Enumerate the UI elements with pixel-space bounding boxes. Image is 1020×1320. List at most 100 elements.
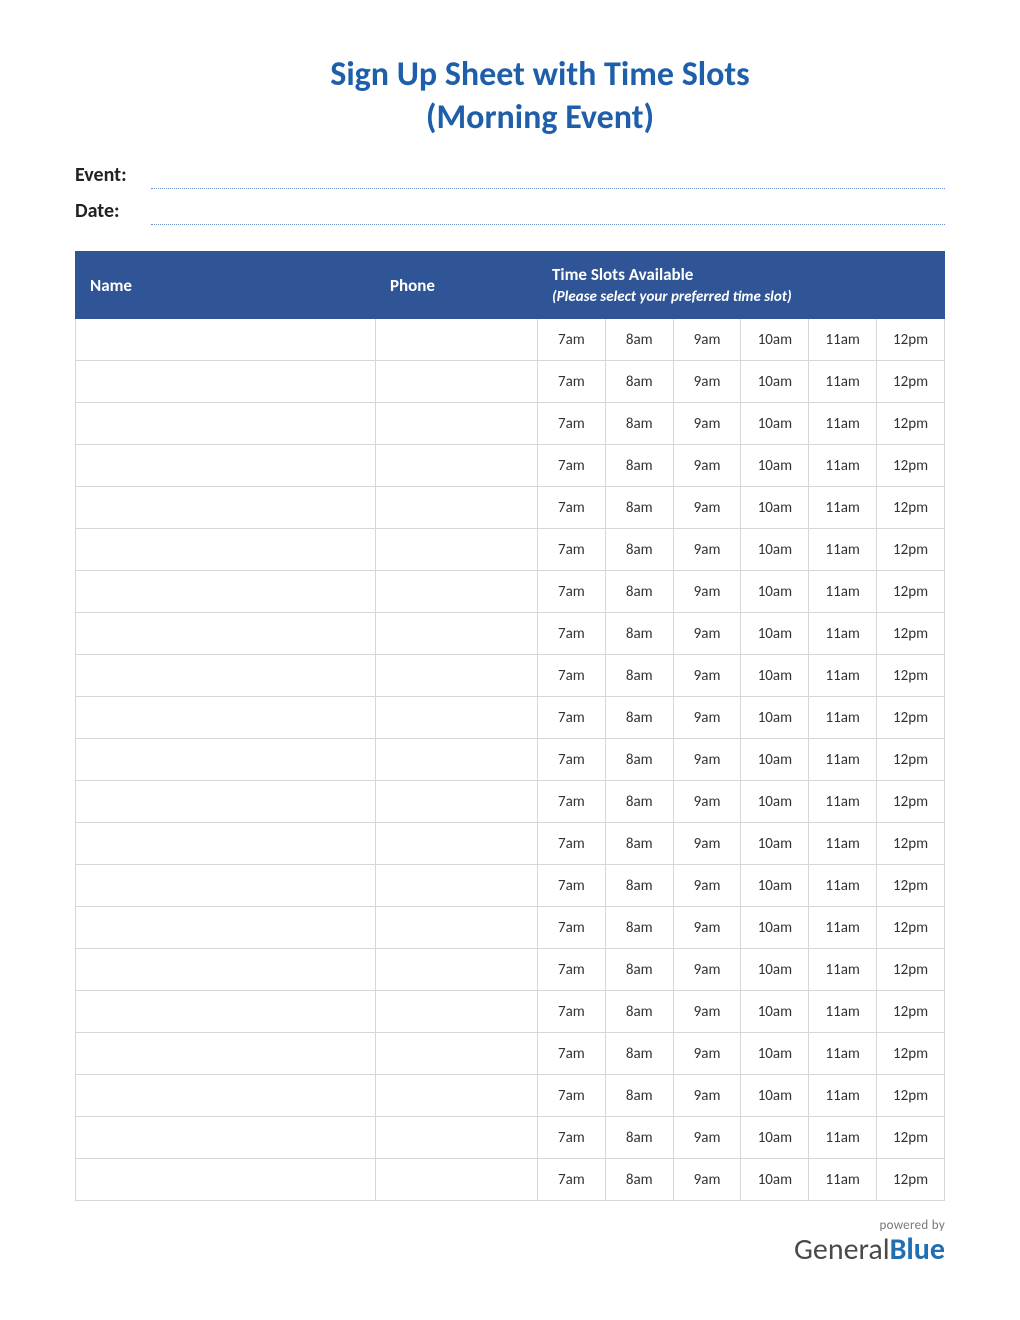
time-slot-cell[interactable]: 12pm [877,487,945,529]
time-slot-cell[interactable]: 11am [809,445,877,487]
time-slot-cell[interactable]: 8am [605,403,673,445]
phone-cell[interactable] [376,655,538,697]
time-slot-cell[interactable]: 10am [741,1075,809,1117]
phone-cell[interactable] [376,361,538,403]
time-slot-cell[interactable]: 9am [673,1159,741,1201]
phone-cell[interactable] [376,1033,538,1075]
time-slot-cell[interactable]: 12pm [877,571,945,613]
time-slot-cell[interactable]: 11am [809,403,877,445]
time-slot-cell[interactable]: 9am [673,529,741,571]
time-slot-cell[interactable]: 10am [741,739,809,781]
name-cell[interactable] [76,739,376,781]
time-slot-cell[interactable]: 9am [673,1033,741,1075]
time-slot-cell[interactable]: 12pm [877,781,945,823]
time-slot-cell[interactable]: 10am [741,613,809,655]
phone-cell[interactable] [376,1075,538,1117]
time-slot-cell[interactable]: 9am [673,613,741,655]
time-slot-cell[interactable]: 10am [741,697,809,739]
time-slot-cell[interactable]: 12pm [877,865,945,907]
time-slot-cell[interactable]: 8am [605,571,673,613]
time-slot-cell[interactable]: 10am [741,319,809,361]
time-slot-cell[interactable]: 11am [809,1033,877,1075]
time-slot-cell[interactable]: 8am [605,361,673,403]
time-slot-cell[interactable]: 8am [605,739,673,781]
time-slot-cell[interactable]: 7am [538,529,606,571]
time-slot-cell[interactable]: 8am [605,529,673,571]
time-slot-cell[interactable]: 10am [741,949,809,991]
phone-cell[interactable] [376,823,538,865]
time-slot-cell[interactable]: 8am [605,655,673,697]
time-slot-cell[interactable]: 12pm [877,1117,945,1159]
phone-cell[interactable] [376,739,538,781]
name-cell[interactable] [76,571,376,613]
time-slot-cell[interactable]: 10am [741,361,809,403]
time-slot-cell[interactable]: 9am [673,487,741,529]
name-cell[interactable] [76,403,376,445]
phone-cell[interactable] [376,529,538,571]
time-slot-cell[interactable]: 11am [809,655,877,697]
time-slot-cell[interactable]: 12pm [877,823,945,865]
time-slot-cell[interactable]: 11am [809,487,877,529]
time-slot-cell[interactable]: 7am [538,823,606,865]
time-slot-cell[interactable]: 7am [538,1117,606,1159]
time-slot-cell[interactable]: 12pm [877,1159,945,1201]
time-slot-cell[interactable]: 12pm [877,739,945,781]
time-slot-cell[interactable]: 9am [673,1117,741,1159]
time-slot-cell[interactable]: 8am [605,907,673,949]
time-slot-cell[interactable]: 7am [538,1075,606,1117]
time-slot-cell[interactable]: 12pm [877,655,945,697]
time-slot-cell[interactable]: 10am [741,907,809,949]
time-slot-cell[interactable]: 7am [538,445,606,487]
phone-cell[interactable] [376,1159,538,1201]
time-slot-cell[interactable]: 7am [538,613,606,655]
time-slot-cell[interactable]: 7am [538,781,606,823]
time-slot-cell[interactable]: 9am [673,907,741,949]
time-slot-cell[interactable]: 8am [605,697,673,739]
time-slot-cell[interactable]: 12pm [877,991,945,1033]
time-slot-cell[interactable]: 11am [809,1117,877,1159]
time-slot-cell[interactable]: 7am [538,949,606,991]
time-slot-cell[interactable]: 7am [538,1159,606,1201]
name-cell[interactable] [76,445,376,487]
time-slot-cell[interactable]: 7am [538,907,606,949]
time-slot-cell[interactable]: 9am [673,319,741,361]
time-slot-cell[interactable]: 9am [673,571,741,613]
time-slot-cell[interactable]: 8am [605,781,673,823]
phone-cell[interactable] [376,1117,538,1159]
time-slot-cell[interactable]: 8am [605,487,673,529]
time-slot-cell[interactable]: 9am [673,361,741,403]
time-slot-cell[interactable]: 12pm [877,319,945,361]
time-slot-cell[interactable]: 10am [741,1117,809,1159]
time-slot-cell[interactable]: 8am [605,865,673,907]
time-slot-cell[interactable]: 7am [538,319,606,361]
time-slot-cell[interactable]: 9am [673,739,741,781]
time-slot-cell[interactable]: 10am [741,865,809,907]
name-cell[interactable] [76,781,376,823]
time-slot-cell[interactable]: 7am [538,571,606,613]
time-slot-cell[interactable]: 12pm [877,613,945,655]
time-slot-cell[interactable]: 11am [809,949,877,991]
phone-cell[interactable] [376,403,538,445]
date-input-line[interactable] [151,203,945,225]
name-cell[interactable] [76,1159,376,1201]
time-slot-cell[interactable]: 12pm [877,949,945,991]
phone-cell[interactable] [376,907,538,949]
time-slot-cell[interactable]: 11am [809,697,877,739]
phone-cell[interactable] [376,865,538,907]
time-slot-cell[interactable]: 9am [673,865,741,907]
time-slot-cell[interactable]: 11am [809,823,877,865]
time-slot-cell[interactable]: 8am [605,1117,673,1159]
name-cell[interactable] [76,529,376,571]
time-slot-cell[interactable]: 7am [538,739,606,781]
name-cell[interactable] [76,361,376,403]
time-slot-cell[interactable]: 12pm [877,1033,945,1075]
time-slot-cell[interactable]: 12pm [877,697,945,739]
time-slot-cell[interactable]: 11am [809,907,877,949]
time-slot-cell[interactable]: 8am [605,1033,673,1075]
name-cell[interactable] [76,823,376,865]
time-slot-cell[interactable]: 10am [741,571,809,613]
time-slot-cell[interactable]: 10am [741,823,809,865]
name-cell[interactable] [76,697,376,739]
name-cell[interactable] [76,319,376,361]
time-slot-cell[interactable]: 8am [605,991,673,1033]
